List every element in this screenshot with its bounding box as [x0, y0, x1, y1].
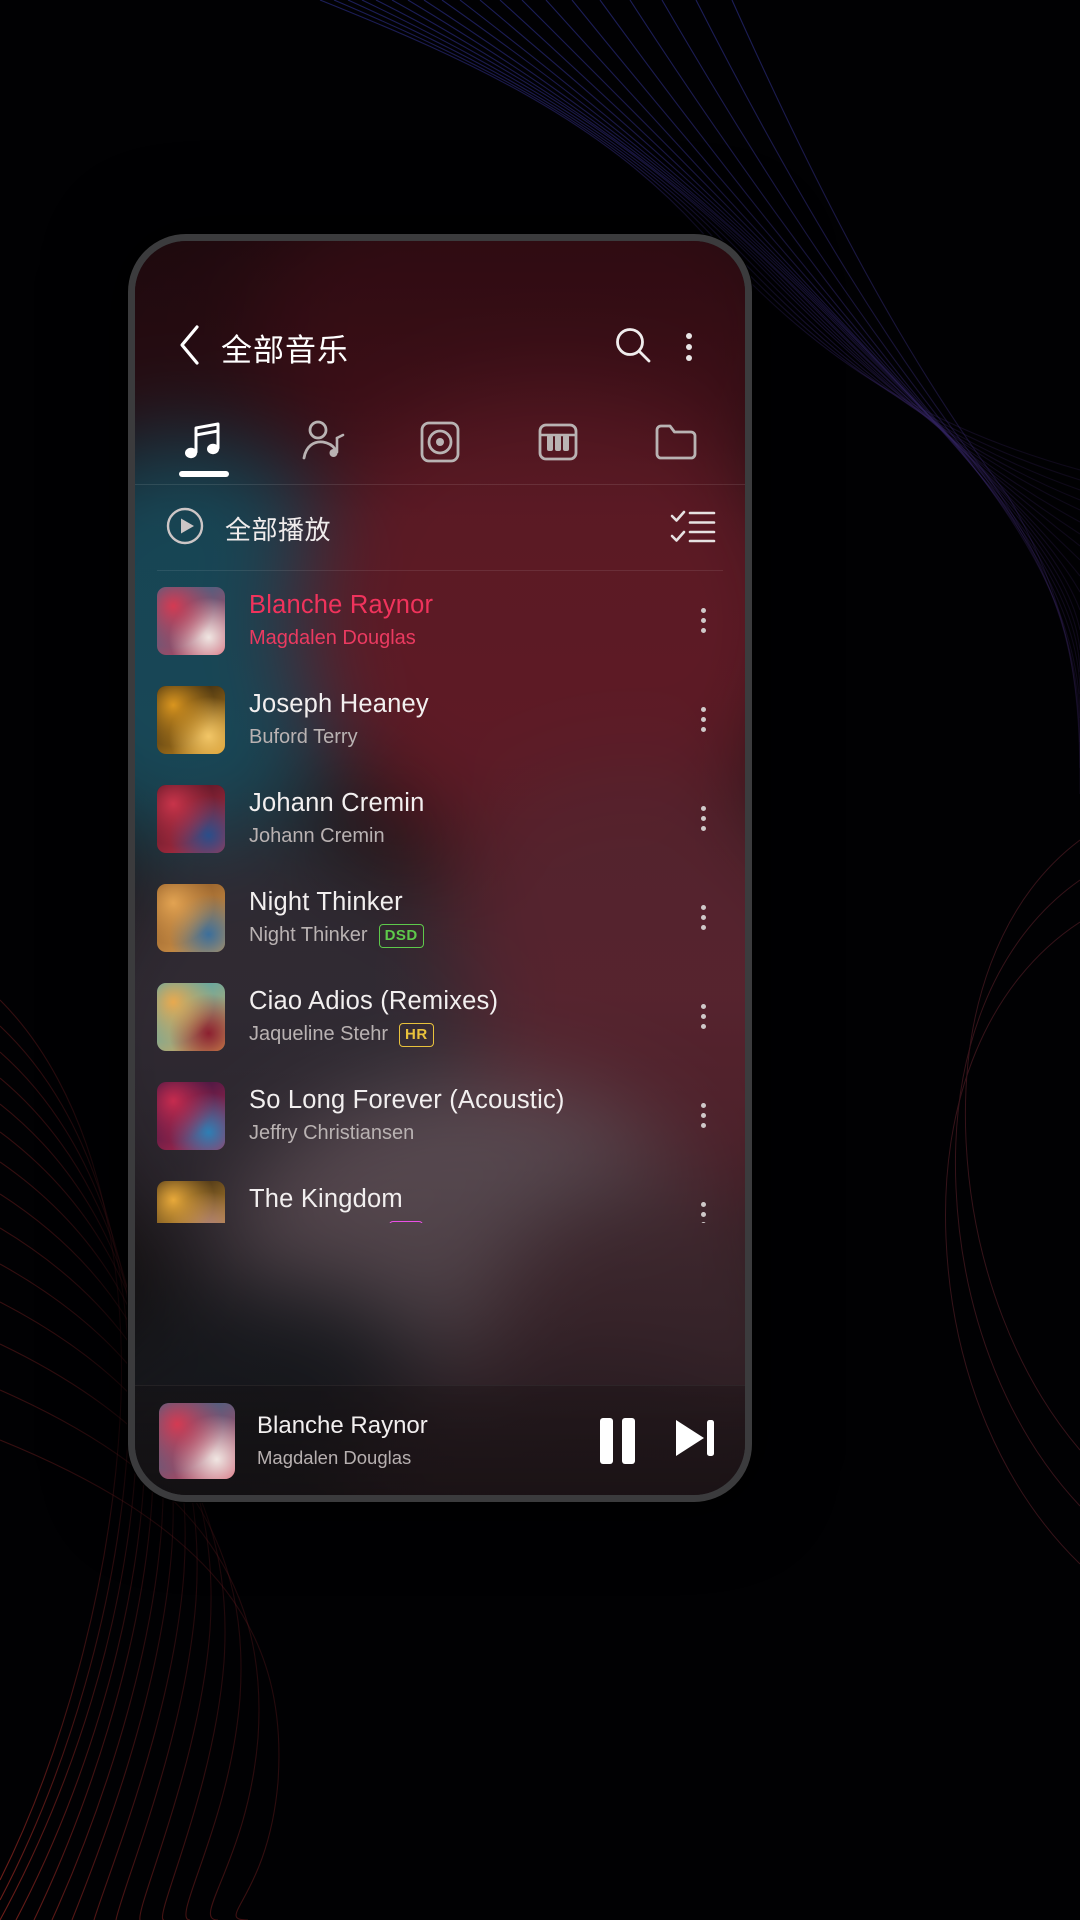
- song-overflow-button[interactable]: [681, 987, 725, 1047]
- song-overflow-button[interactable]: [681, 789, 725, 849]
- song-artist: Night Thinker: [249, 924, 368, 946]
- search-icon: [611, 323, 655, 372]
- search-button[interactable]: [605, 319, 661, 375]
- mini-player-artwork[interactable]: [159, 1402, 235, 1479]
- more-vertical-icon: [700, 905, 706, 930]
- song-meta: Blanche Raynor Magdalen Douglas: [249, 591, 681, 650]
- more-vertical-icon: [686, 333, 692, 361]
- mini-player-title: Blanche Raynor: [257, 1412, 428, 1439]
- song-overflow-button[interactable]: [681, 591, 725, 651]
- song-subrow: Jeffry Christiansen: [249, 1122, 681, 1145]
- song-title: Joseph Heaney: [249, 690, 429, 718]
- song-overflow-button[interactable]: [681, 690, 725, 750]
- more-vertical-icon: [700, 1202, 706, 1223]
- piano-icon: [532, 416, 584, 468]
- mini-player-meta[interactable]: Blanche Raynor Magdalen Douglas: [257, 1412, 588, 1469]
- song-row[interactable]: Blanche Raynor Magdalen Douglas: [135, 571, 745, 670]
- artist-icon: [296, 416, 348, 468]
- quality-badge: HR: [398, 1022, 434, 1047]
- album-art: [157, 685, 225, 754]
- song-overflow-button[interactable]: [681, 1086, 725, 1146]
- song-artist: Buford Terry: [249, 726, 358, 748]
- song-artist: Jeffry Christiansen: [249, 1122, 415, 1144]
- more-vertical-icon: [700, 1004, 706, 1029]
- multi-select-button[interactable]: [669, 506, 717, 551]
- song-meta: Joseph Heaney Buford Terry: [249, 690, 681, 749]
- song-artist: Charlie Torphy: [249, 1221, 378, 1223]
- play-all-label: 全部播放: [225, 514, 332, 545]
- skip-next-icon: [669, 1414, 721, 1467]
- song-meta: So Long Forever (Acoustic) Jeffry Christi…: [249, 1086, 681, 1145]
- song-subrow: Night Thinker DSD: [249, 923, 681, 948]
- more-vertical-icon: [700, 1103, 706, 1128]
- album-art: [157, 982, 225, 1051]
- tab-artists[interactable]: [263, 399, 381, 485]
- song-meta: Ciao Adios (Remixes) Jaqueline Stehr HR: [249, 987, 681, 1047]
- album-art: [157, 1180, 225, 1223]
- folder-icon: [650, 416, 702, 468]
- song-overflow-button[interactable]: [681, 888, 725, 948]
- pause-icon: [600, 1417, 635, 1464]
- tab-songs[interactable]: [145, 399, 263, 485]
- song-list[interactable]: Blanche Raynor Magdalen Douglas Joseph Hea…: [135, 571, 745, 1223]
- quality-badge: DSD: [378, 923, 424, 948]
- play-all-button[interactable]: 全部播放: [163, 504, 331, 553]
- screenshot-root: 全部音乐 全部播放 Blanche Raynor Magdalen Dougla…: [0, 0, 1080, 1920]
- page-title: 全部音乐: [221, 332, 349, 368]
- song-artist: Johann Cremin: [249, 825, 385, 847]
- mini-player-controls: [588, 1414, 721, 1467]
- app-header: 全部音乐: [135, 295, 745, 399]
- album-art: [157, 1081, 225, 1150]
- phone-screen: 全部音乐 全部播放 Blanche Raynor Magdalen Dougla…: [135, 241, 745, 1495]
- song-row[interactable]: Joseph Heaney Buford Terry: [135, 670, 745, 769]
- song-title: Ciao Adios (Remixes): [249, 986, 499, 1015]
- song-artist: Magdalen Douglas: [249, 627, 416, 649]
- play-all-row: 全部播放: [135, 485, 745, 571]
- song-title: So Long Forever (Acoustic): [249, 1086, 565, 1114]
- quality-badge: SQ: [388, 1220, 424, 1223]
- song-title: Johann Cremin: [249, 789, 425, 817]
- tab-active-indicator: [179, 471, 229, 477]
- song-artist: Jaqueline Stehr: [249, 1023, 388, 1045]
- tab-folders[interactable]: [617, 399, 735, 485]
- overflow-menu-button[interactable]: [661, 319, 717, 375]
- tab-albums[interactable]: [381, 399, 499, 485]
- song-overflow-button[interactable]: [681, 1185, 725, 1223]
- song-meta: Night Thinker Night Thinker DSD: [249, 888, 681, 948]
- song-meta: Johann Cremin Johann Cremin: [249, 789, 681, 848]
- song-subrow: Jaqueline Stehr HR: [249, 1022, 681, 1047]
- chevron-left-icon: [176, 324, 202, 371]
- song-row[interactable]: So Long Forever (Acoustic) Jeffry Christi…: [135, 1066, 745, 1165]
- song-meta: The Kingdom Charlie Torphy SQ: [249, 1184, 681, 1223]
- song-row[interactable]: Night Thinker Night Thinker DSD: [135, 868, 745, 967]
- tab-genres[interactable]: [499, 399, 617, 485]
- more-vertical-icon: [700, 806, 706, 831]
- song-subrow: Charlie Torphy SQ: [249, 1220, 681, 1223]
- album-disc-icon: [414, 416, 466, 468]
- phone-frame: 全部音乐 全部播放 Blanche Raynor Magdalen Dougla…: [128, 234, 752, 1502]
- checklist-icon: [669, 506, 717, 551]
- song-row[interactable]: Johann Cremin Johann Cremin: [135, 769, 745, 868]
- song-title: Night Thinker: [249, 887, 403, 916]
- back-button[interactable]: [163, 321, 215, 373]
- album-art: [157, 784, 225, 853]
- song-row[interactable]: The Kingdom Charlie Torphy SQ: [135, 1165, 745, 1223]
- more-vertical-icon: [700, 608, 706, 633]
- pause-button[interactable]: [600, 1417, 635, 1464]
- song-title: The Kingdom: [249, 1184, 403, 1213]
- mini-player: Blanche Raynor Magdalen Douglas: [135, 1385, 745, 1495]
- album-art: [157, 883, 225, 952]
- more-vertical-icon: [700, 707, 706, 732]
- mini-player-artist: Magdalen Douglas: [257, 1447, 412, 1468]
- play-circle-icon: [163, 504, 207, 553]
- tab-bar: [135, 399, 745, 485]
- song-row[interactable]: Ciao Adios (Remixes) Jaqueline Stehr HR: [135, 967, 745, 1066]
- song-subrow: Buford Terry: [249, 726, 681, 749]
- music-note-icon: [178, 416, 230, 468]
- next-button[interactable]: [669, 1414, 721, 1467]
- song-title: Blanche Raynor: [249, 591, 434, 619]
- song-subrow: Magdalen Douglas: [249, 627, 681, 650]
- song-subrow: Johann Cremin: [249, 825, 681, 848]
- album-art: [157, 586, 225, 655]
